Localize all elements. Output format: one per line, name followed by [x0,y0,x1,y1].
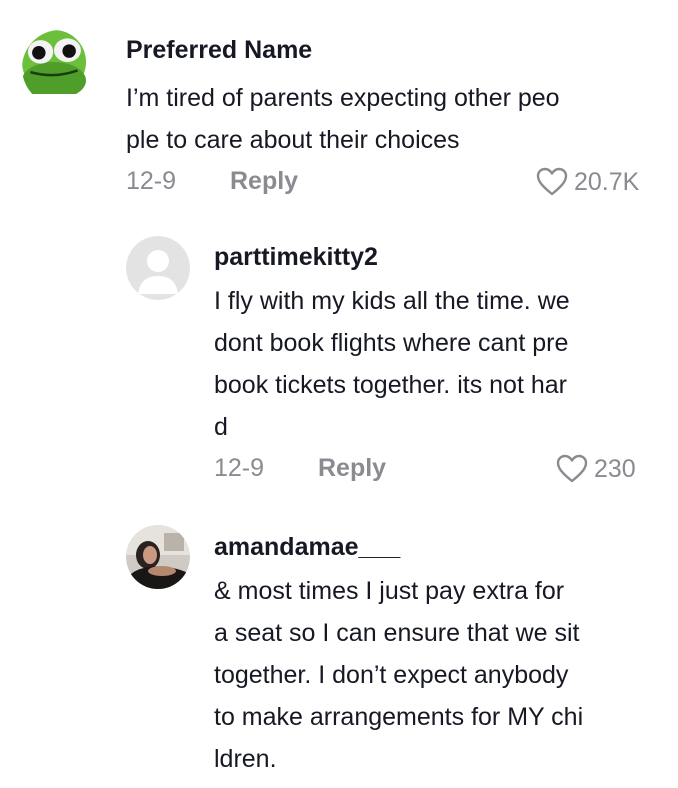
heart-icon[interactable] [556,454,588,484]
comment-text-line: dont book flights where cant pre [214,329,569,357]
like-count: 20.7K [574,167,640,196]
avatar[interactable] [126,525,190,589]
comment-text-line: I fly with my kids all the time. we [214,287,570,315]
avatar[interactable] [22,30,98,106]
photo-avatar-icon [126,525,190,589]
comment-text-line: I’m tired of parents expecting other peo [126,84,560,112]
comment-text-line: to make arrangements for MY chi [214,703,584,731]
comment-date: 12-9 [214,454,265,482]
frog-face-avatar-icon [22,30,86,94]
comment-username[interactable]: Preferred Name [126,35,666,65]
comment-text-line: ple to care about their choices [126,126,460,154]
like-control[interactable]: 20.7K [536,167,639,197]
comment-username[interactable]: amandamae___ [214,532,664,562]
reply-button[interactable]: Reply [230,167,298,196]
comment-text-line: ldren. [214,745,277,773]
like-control[interactable]: 230 [556,454,636,484]
comment-text-line: d [214,413,228,441]
comment-date: 12-9 [126,167,177,195]
default-user-avatar-icon [126,236,190,300]
comment-meta: 12-9 Reply 230 [214,454,664,494]
comment-text-line: a seat so I can ensure that we sit [214,619,580,647]
reply-button[interactable]: Reply [318,454,386,483]
comment-username[interactable]: parttimekitty2 [214,242,664,272]
comment-text-line: & most times I just pay extra for [214,577,565,605]
comment-text-line: together. I don’t expect anybody [214,661,569,689]
heart-icon[interactable] [536,167,568,197]
comment-text-line: book tickets together. its not har [214,371,567,399]
comment-meta: 12-9 Reply 20.7K [126,167,666,207]
avatar[interactable] [126,236,190,300]
like-count: 230 [594,454,636,483]
